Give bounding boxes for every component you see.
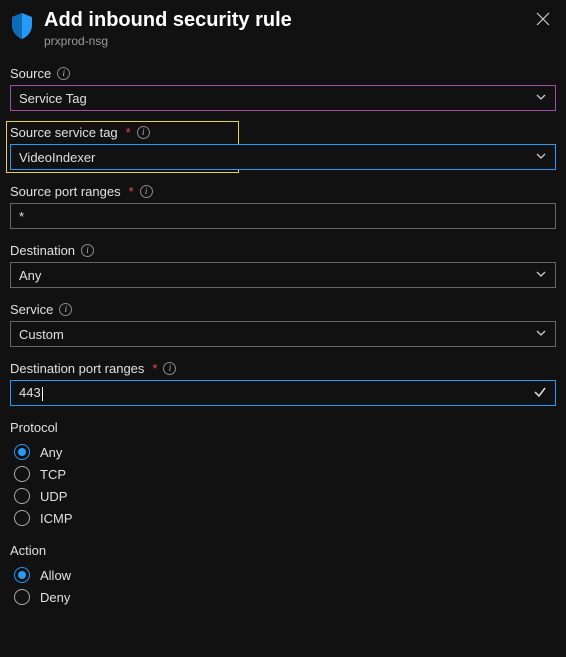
radio-protocol-icmp[interactable]: ICMP [10, 507, 556, 529]
info-icon[interactable]: i [140, 185, 153, 198]
radio-label: ICMP [40, 511, 73, 526]
chevron-down-icon [535, 91, 547, 106]
radio-action-deny[interactable]: Deny [10, 586, 556, 608]
label-source-port-ranges: Source port ranges [10, 184, 121, 199]
select-destination[interactable]: Any [10, 262, 556, 288]
select-source[interactable]: Service Tag [10, 85, 556, 111]
field-source-service-tag: Source service tag * i VideoIndexer [10, 125, 556, 170]
label-destination-port-ranges: Destination port ranges [10, 361, 144, 376]
info-icon[interactable]: i [137, 126, 150, 139]
radio-label: UDP [40, 489, 67, 504]
radio-icon [14, 488, 30, 504]
panel-title: Add inbound security rule [44, 8, 520, 32]
input-destination-port-ranges[interactable]: 443 [10, 380, 556, 406]
radio-icon [14, 510, 30, 526]
info-icon[interactable]: i [163, 362, 176, 375]
chevron-down-icon [535, 268, 547, 283]
field-service: Service i Custom [10, 302, 556, 347]
chevron-down-icon [535, 327, 547, 342]
field-source-port-ranges: Source port ranges * i * [10, 184, 556, 229]
select-service[interactable]: Custom [10, 321, 556, 347]
input-source-port-ranges[interactable]: * [10, 203, 556, 229]
info-icon[interactable]: i [59, 303, 72, 316]
panel-subtitle: prxprod-nsg [44, 34, 520, 48]
radio-label: Allow [40, 568, 71, 583]
radio-protocol-any[interactable]: Any [10, 441, 556, 463]
select-value: Custom [19, 327, 64, 342]
radio-icon [14, 466, 30, 482]
radio-label: Deny [40, 590, 70, 605]
select-value: Any [19, 268, 41, 283]
check-icon [533, 385, 547, 402]
radio-action-allow[interactable]: Allow [10, 564, 556, 586]
radio-icon [14, 444, 30, 460]
required-asterisk: * [152, 361, 157, 376]
info-icon[interactable]: i [57, 67, 70, 80]
field-destination-port-ranges: Destination port ranges * i 443 [10, 361, 556, 406]
panel-header: Add inbound security rule prxprod-nsg [10, 8, 556, 48]
label-action: Action [10, 543, 556, 558]
field-source: Source i Service Tag [10, 66, 556, 111]
radio-label: TCP [40, 467, 66, 482]
radio-icon [14, 589, 30, 605]
close-button[interactable] [530, 8, 556, 34]
required-asterisk: * [129, 184, 134, 199]
label-destination: Destination [10, 243, 75, 258]
input-value: 443 [19, 385, 43, 401]
radio-label: Any [40, 445, 62, 460]
required-asterisk: * [126, 125, 131, 140]
input-value: * [19, 209, 24, 224]
label-protocol: Protocol [10, 420, 556, 435]
select-source-service-tag[interactable]: VideoIndexer [10, 144, 556, 170]
radio-icon [14, 567, 30, 583]
group-action: Action Allow Deny [10, 543, 556, 608]
group-protocol: Protocol Any TCP UDP ICMP [10, 420, 556, 529]
info-icon[interactable]: i [81, 244, 94, 257]
label-source-service-tag: Source service tag [10, 125, 118, 140]
label-source: Source [10, 66, 51, 81]
shield-icon [10, 12, 34, 43]
field-destination: Destination i Any [10, 243, 556, 288]
radio-protocol-tcp[interactable]: TCP [10, 463, 556, 485]
label-service: Service [10, 302, 53, 317]
radio-protocol-udp[interactable]: UDP [10, 485, 556, 507]
select-value: Service Tag [19, 91, 87, 106]
chevron-down-icon [535, 150, 547, 165]
select-value: VideoIndexer [19, 150, 95, 165]
